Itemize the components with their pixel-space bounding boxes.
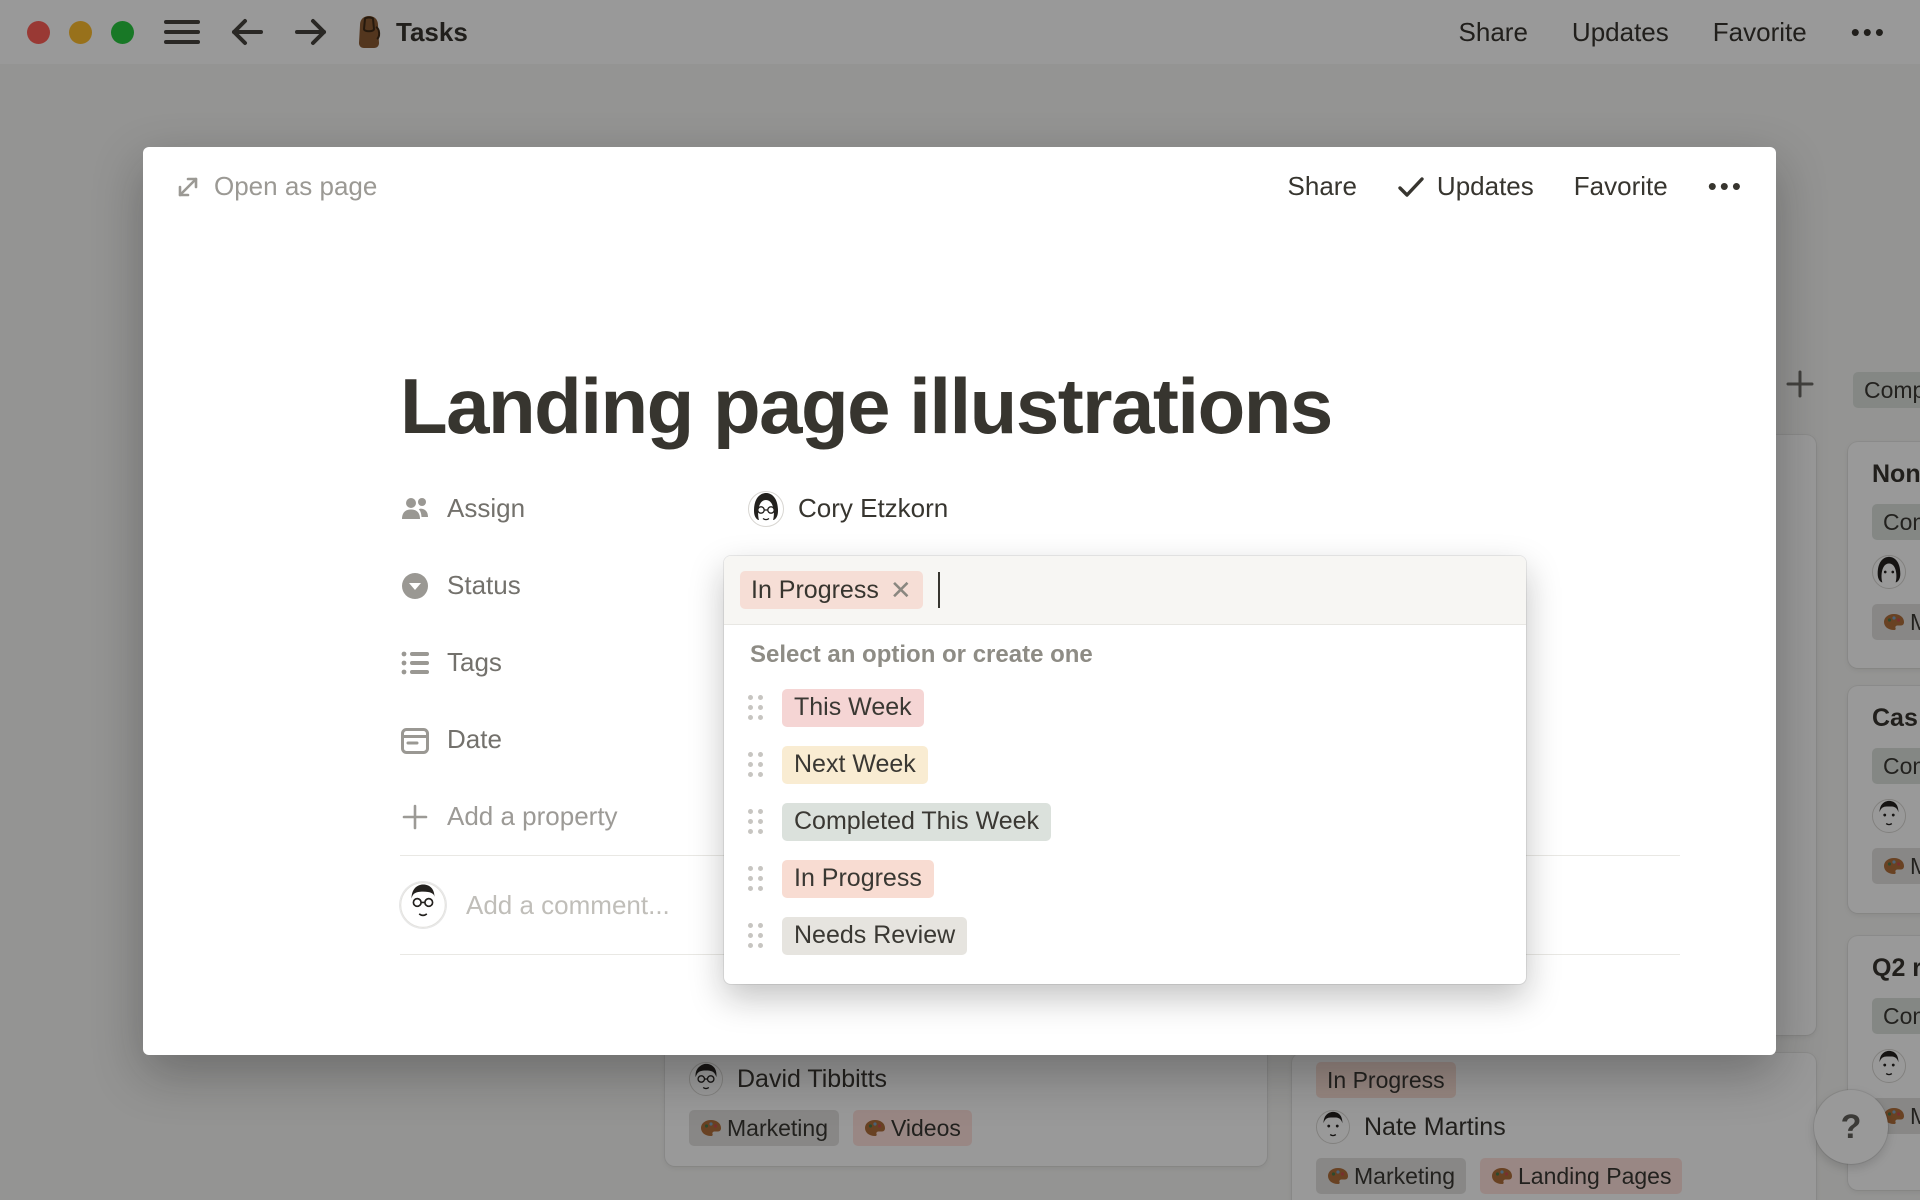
property-label-date[interactable]: Date (400, 724, 748, 755)
property-label-tags[interactable]: Tags (400, 647, 748, 678)
modal-actions: Share Updates Favorite ••• (1288, 171, 1744, 202)
drag-handle-icon[interactable] (748, 752, 763, 777)
screen: Tasks Share Updates Favorite ••• David T… (0, 0, 1920, 1200)
drag-handle-icon[interactable] (748, 695, 763, 720)
status-option-needs-review[interactable]: Needs Review (724, 907, 1526, 964)
avatar (748, 490, 784, 527)
comment-placeholder: Add a comment... (466, 889, 670, 920)
expand-icon (175, 174, 201, 200)
status-icon (400, 572, 430, 600)
modal-header: Open as page Share Updates Favorite ••• (143, 147, 1776, 226)
modal-updates-button[interactable]: Updates (1397, 171, 1534, 202)
status-option-in-progress[interactable]: In Progress (724, 850, 1526, 907)
text-cursor (937, 572, 940, 608)
status-option-completed-this-week[interactable]: Completed This Week (724, 793, 1526, 850)
remove-tag-icon[interactable]: ✕ (890, 577, 912, 603)
dropdown-hint: Select an option or create one (750, 641, 1093, 668)
drag-handle-icon[interactable] (748, 809, 763, 834)
status-option-list: Select an option or create one This Week… (724, 625, 1526, 984)
status-option-next-week[interactable]: Next Week (724, 736, 1526, 793)
people-icon (400, 496, 430, 522)
property-row-assign: Assign Cory Etzkorn (400, 470, 1680, 547)
list-icon (400, 651, 430, 675)
property-label-assign[interactable]: Assign (400, 493, 748, 524)
status-input[interactable]: In Progress ✕ (724, 556, 1526, 625)
selected-status-tag: In Progress ✕ (740, 571, 923, 609)
avatar (400, 882, 446, 928)
status-option-this-week[interactable]: This Week (724, 679, 1526, 736)
modal-favorite-button[interactable]: Favorite (1574, 171, 1668, 202)
status-dropdown: In Progress ✕ Select an option or create… (724, 556, 1526, 984)
property-label-status[interactable]: Status (400, 570, 748, 601)
property-value-assign[interactable]: Cory Etzkorn (748, 490, 948, 527)
check-icon (1397, 176, 1425, 198)
plus-icon (400, 804, 430, 830)
modal-share-button[interactable]: Share (1288, 171, 1357, 202)
drag-handle-icon[interactable] (748, 923, 763, 948)
open-as-page-button[interactable]: Open as page (175, 171, 377, 202)
modal-more-button[interactable]: ••• (1708, 171, 1744, 202)
calendar-icon (400, 726, 430, 754)
drag-handle-icon[interactable] (748, 866, 763, 891)
page-title[interactable]: Landing page illustrations (400, 366, 1680, 446)
